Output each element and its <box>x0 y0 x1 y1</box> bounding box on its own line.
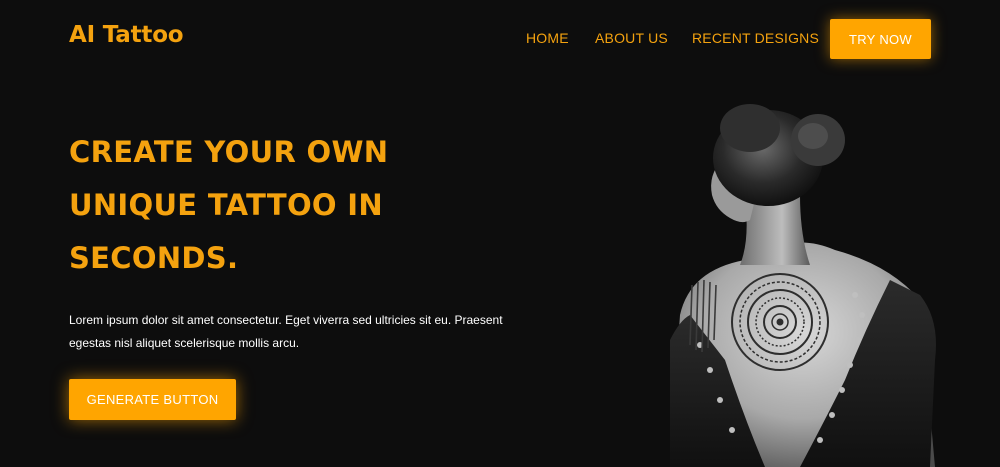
hero-title: CREATE YOUR OWN UNIQUE TATTOO IN SECONDS… <box>69 126 409 285</box>
nav-link-recent-designs[interactable]: RECENT DESIGNS <box>692 30 830 46</box>
hero-description: Lorem ipsum dolor sit amet consectetur. … <box>69 309 529 355</box>
hero-description-line: egestas nisl aliquet scelerisque mollis … <box>69 336 300 350</box>
brand-logo[interactable]: AI Tattoo <box>69 22 184 48</box>
hero-title-line: SECONDS. <box>69 241 239 275</box>
tattoo-model-photo <box>670 104 936 467</box>
hero-description-line: Lorem ipsum dolor sit amet consectetur. … <box>69 313 503 327</box>
top-navbar: AI Tattoo HOME ABOUT US RECENT DESIGNS T… <box>0 0 1000 78</box>
nav-links: HOME ABOUT US RECENT DESIGNS <box>526 30 830 46</box>
hero-title-line: CREATE YOUR OWN <box>69 135 389 169</box>
nav-link-about-us[interactable]: ABOUT US <box>595 30 692 46</box>
nav-link-home[interactable]: HOME <box>526 30 595 46</box>
hero-title-line: UNIQUE TATTOO IN <box>69 188 383 222</box>
generate-button[interactable]: GENERATE BUTTON <box>69 379 236 420</box>
try-now-button[interactable]: TRY NOW <box>830 19 931 59</box>
